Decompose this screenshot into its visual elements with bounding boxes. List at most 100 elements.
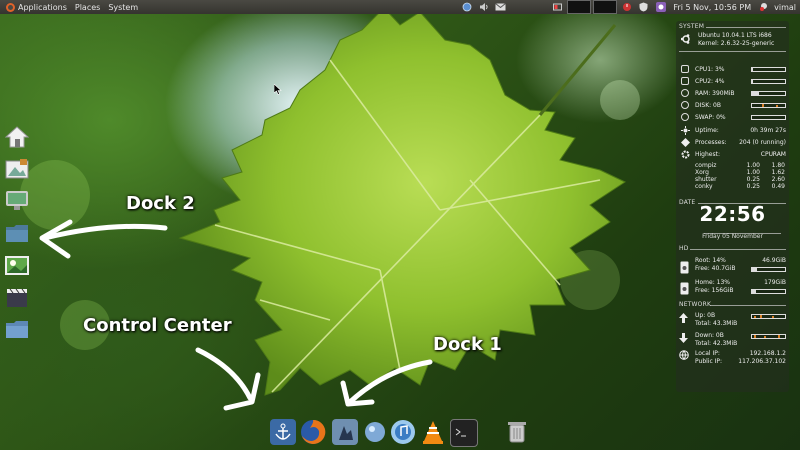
cpu2-row: CPU2: 4% [679, 77, 786, 87]
control-center-annotation: Control Center [83, 315, 232, 336]
upload-total-row: Total: 43.3MiB [679, 319, 786, 329]
table-row: conky 0.25 0.49 [695, 183, 785, 190]
home-free-label: Free: 156GiB [695, 287, 734, 294]
hd-section-title: HD [679, 245, 689, 252]
table-row: compiz 1.00 1.80 [695, 162, 785, 169]
system-section-title: SYSTEM [679, 23, 705, 30]
ubuntu-logo-icon [6, 2, 15, 12]
ram-bar-fill [752, 92, 759, 95]
cpu1-bar-fill [752, 68, 753, 71]
system-tray: Fri 5 Nov, 10:56 PM vimal [458, 0, 800, 14]
volume-icon[interactable] [478, 2, 489, 12]
big-clock: 22:56 [699, 202, 766, 226]
cpu-icon [681, 65, 689, 73]
section-divider [679, 51, 786, 52]
root-free-label: Free: 40.7GiB [695, 265, 736, 272]
places-menu[interactable]: Places [71, 0, 104, 14]
highest-label: Highest: [695, 151, 720, 158]
uptime-value: 0h 39m 27s [750, 127, 786, 134]
cpu1-label: CPU1: 3% [695, 66, 725, 73]
process-cpu: 0.25 [746, 183, 760, 190]
download-activity-spike [754, 335, 756, 338]
applications-menu-label: Applications [18, 2, 67, 12]
processes-label: Processes: [695, 139, 727, 146]
dock1-annotation: Dock 1 [433, 334, 502, 355]
panel-username[interactable]: vimal [774, 3, 796, 12]
disk-icon [681, 101, 689, 109]
home-usage-bar-fill [752, 290, 757, 293]
public-ip-row: Public IP: 117.206.37.102 [679, 357, 786, 367]
highest-header-row: Highest: CPU RAM [679, 150, 786, 160]
download-total-row: Total: 42.3MiB [679, 339, 786, 349]
disk-row: DISK: 0B [679, 101, 786, 111]
root-free-row: Free: 40.7GiB [679, 264, 786, 274]
ram-column-header: RAM [772, 151, 786, 158]
cpu2-label: CPU2: 4% [695, 78, 725, 85]
shield-icon[interactable] [638, 2, 649, 12]
process-ram: 0.49 [771, 183, 785, 190]
mail-icon[interactable] [495, 2, 507, 12]
processes-value: 204 (0 running) [739, 139, 786, 146]
kernel-version: Kernel: 2.6.32-25-generic [698, 40, 775, 47]
cpu1-bar [751, 67, 786, 72]
network-icon[interactable] [461, 2, 472, 12]
ram-label: RAM: 390MiB [695, 90, 735, 97]
public-ip-value: 117.206.37.102 [738, 358, 786, 365]
upload-total: Total: 43.3MiB [695, 320, 738, 327]
home-usage-bar [751, 289, 786, 294]
table-row: shutter 0.25 2.60 [695, 176, 785, 183]
swap-icon [681, 113, 689, 121]
download-activity-spike [778, 335, 780, 338]
sun-icon [681, 126, 690, 135]
network-section-title: NETWORK [679, 301, 712, 308]
processes-icon [681, 138, 690, 147]
upload-activity-spike [772, 316, 774, 318]
root-usage-bar [751, 267, 786, 272]
power-icon[interactable] [621, 2, 632, 12]
disk-activity-spike [776, 105, 778, 107]
gear-icon [681, 150, 690, 159]
disk-label: DISK: 0B [695, 102, 721, 109]
cpu-icon [681, 77, 689, 85]
cpu-column-header: CPU [760, 151, 773, 158]
swap-row: SWAP: 0% [679, 113, 786, 123]
dock2-annotation: Dock 2 [126, 193, 195, 214]
disk-activity-graph [751, 103, 786, 108]
download-total: Total: 42.3MiB [695, 340, 738, 347]
battery-icon[interactable] [552, 2, 563, 12]
processes-row: Processes: 204 (0 running) [679, 138, 786, 148]
ram-row: RAM: 390MiB [679, 89, 786, 99]
workspace-switcher-1[interactable] [567, 0, 592, 14]
uptime-label: Uptime: [695, 127, 719, 134]
home-free-row: Free: 156GiB [679, 286, 786, 296]
applications-menu[interactable]: Applications [0, 0, 71, 14]
public-ip-label: Public IP: [695, 358, 723, 365]
cpu1-row: CPU1: 3% [679, 65, 786, 75]
workspace-switcher-2[interactable] [593, 0, 618, 14]
panel-clock[interactable]: Fri 5 Nov, 10:56 PM [673, 3, 751, 12]
root-usage-bar-fill [752, 268, 757, 271]
ram-bar [751, 91, 786, 96]
date-section-title: DATE [679, 199, 696, 206]
cpu2-bar-fill [752, 80, 754, 83]
table-row: Xorg 1.00 1.62 [695, 169, 785, 176]
ubuntu-logo-icon [681, 34, 690, 44]
swap-bar [751, 115, 786, 120]
top-process-table: compiz 1.00 1.80 Xorg 1.00 1.62 shutter 0.25 2… [695, 162, 785, 190]
process-name: conky [695, 183, 713, 190]
upload-activity-spike [760, 315, 762, 318]
section-divider [706, 27, 786, 28]
upload-activity-spike [754, 316, 756, 318]
big-date: Friday 05 November [702, 233, 763, 240]
cpu2-bar [751, 79, 786, 84]
system-menu[interactable]: System [104, 0, 142, 14]
ram-icon [681, 89, 689, 97]
section-divider [690, 249, 786, 250]
uptime-row: Uptime: 0h 39m 27s [679, 126, 786, 136]
gear-icon[interactable] [655, 2, 666, 12]
os-version: Ubuntu 10.04.1 LTS i686 [698, 32, 772, 39]
section-divider [710, 305, 786, 306]
user-switch-icon[interactable] [758, 2, 769, 12]
top-panel: Applications Places System Fri 5 Nov, 10… [0, 0, 800, 14]
swap-label: SWAP: 0% [695, 114, 726, 121]
